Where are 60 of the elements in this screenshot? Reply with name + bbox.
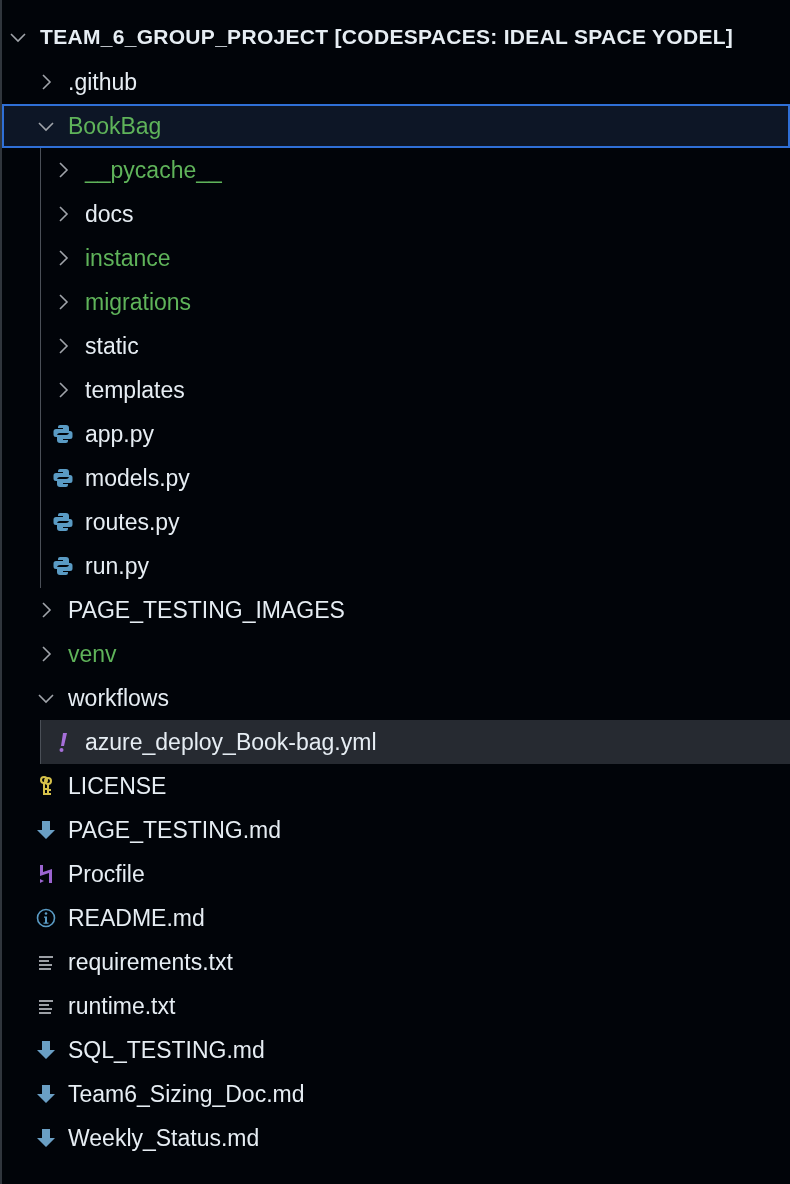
- folder-row[interactable]: __pycache__: [41, 148, 790, 192]
- python-icon: [53, 511, 73, 533]
- python-icon: [53, 423, 73, 445]
- folder-name: BookBag: [68, 111, 162, 141]
- folder-name: docs: [85, 199, 134, 229]
- folder-name: .github: [68, 67, 138, 97]
- folder-name: PAGE_TESTING_IMAGES: [68, 595, 345, 625]
- file-name: Weekly_Status.md: [68, 1123, 260, 1153]
- file-name: azure_deploy_Book-bag.yml: [85, 727, 377, 757]
- file-row[interactable]: routes.py: [41, 500, 790, 544]
- folder-row[interactable]: BookBag: [2, 104, 790, 148]
- file-row[interactable]: PAGE_TESTING.md: [2, 808, 790, 852]
- file-row[interactable]: requirements.txt: [2, 940, 790, 984]
- file-row[interactable]: run.py: [41, 544, 790, 588]
- python-icon: [53, 555, 73, 577]
- folder-row[interactable]: instance: [41, 236, 790, 280]
- down-arrow-icon: [36, 1039, 56, 1061]
- folder-row[interactable]: migrations: [41, 280, 790, 324]
- file-name: run.py: [85, 551, 149, 581]
- folder-row[interactable]: .github: [2, 60, 790, 104]
- folder-row[interactable]: PAGE_TESTING_IMAGES: [2, 588, 790, 632]
- folder-row[interactable]: docs: [41, 192, 790, 236]
- folder-name: instance: [85, 243, 171, 273]
- info-icon: [36, 907, 56, 929]
- folder-row[interactable]: static: [41, 324, 790, 368]
- file-name: Procfile: [68, 859, 145, 889]
- folder-row[interactable]: templates: [41, 368, 790, 412]
- file-row[interactable]: Weekly_Status.md: [2, 1116, 790, 1160]
- file-row[interactable]: runtime.txt: [2, 984, 790, 1028]
- down-arrow-icon: [36, 819, 56, 841]
- folder-name: __pycache__: [85, 155, 222, 185]
- folder-name: venv: [68, 639, 117, 669]
- file-row[interactable]: azure_deploy_Book-bag.yml: [41, 720, 790, 764]
- file-name: requirements.txt: [68, 947, 233, 977]
- explorer-header[interactable]: TEAM_6_GROUP_PROJECT [CODESPACES: IDEAL SPACE YODEL]: [2, 14, 790, 60]
- down-arrow-icon: [36, 1083, 56, 1105]
- file-row[interactable]: README.md: [2, 896, 790, 940]
- file-row[interactable]: app.py: [41, 412, 790, 456]
- file-row[interactable]: models.py: [41, 456, 790, 500]
- file-row[interactable]: SQL_TESTING.md: [2, 1028, 790, 1072]
- file-name: SQL_TESTING.md: [68, 1035, 265, 1065]
- file-name: PAGE_TESTING.md: [68, 815, 281, 845]
- file-row[interactable]: Team6_Sizing_Doc.md: [2, 1072, 790, 1116]
- file-name: runtime.txt: [68, 991, 176, 1021]
- file-name: app.py: [85, 419, 155, 449]
- folder-name: workflows: [68, 683, 169, 713]
- folder-name: migrations: [85, 287, 192, 317]
- folder-row[interactable]: venv: [2, 632, 790, 676]
- file-name: LICENSE: [68, 771, 167, 801]
- down-arrow-icon: [36, 1127, 56, 1149]
- file-row[interactable]: Procfile: [2, 852, 790, 896]
- folder-name: templates: [85, 375, 185, 405]
- folder-name: static: [85, 331, 139, 361]
- file-name: Team6_Sizing_Doc.md: [68, 1079, 305, 1109]
- file-name: models.py: [85, 463, 190, 493]
- file-name: README.md: [68, 903, 205, 933]
- file-name: routes.py: [85, 507, 180, 537]
- folder-row[interactable]: workflows: [2, 676, 790, 720]
- file-row[interactable]: LICENSE: [2, 764, 790, 808]
- python-icon: [53, 467, 73, 489]
